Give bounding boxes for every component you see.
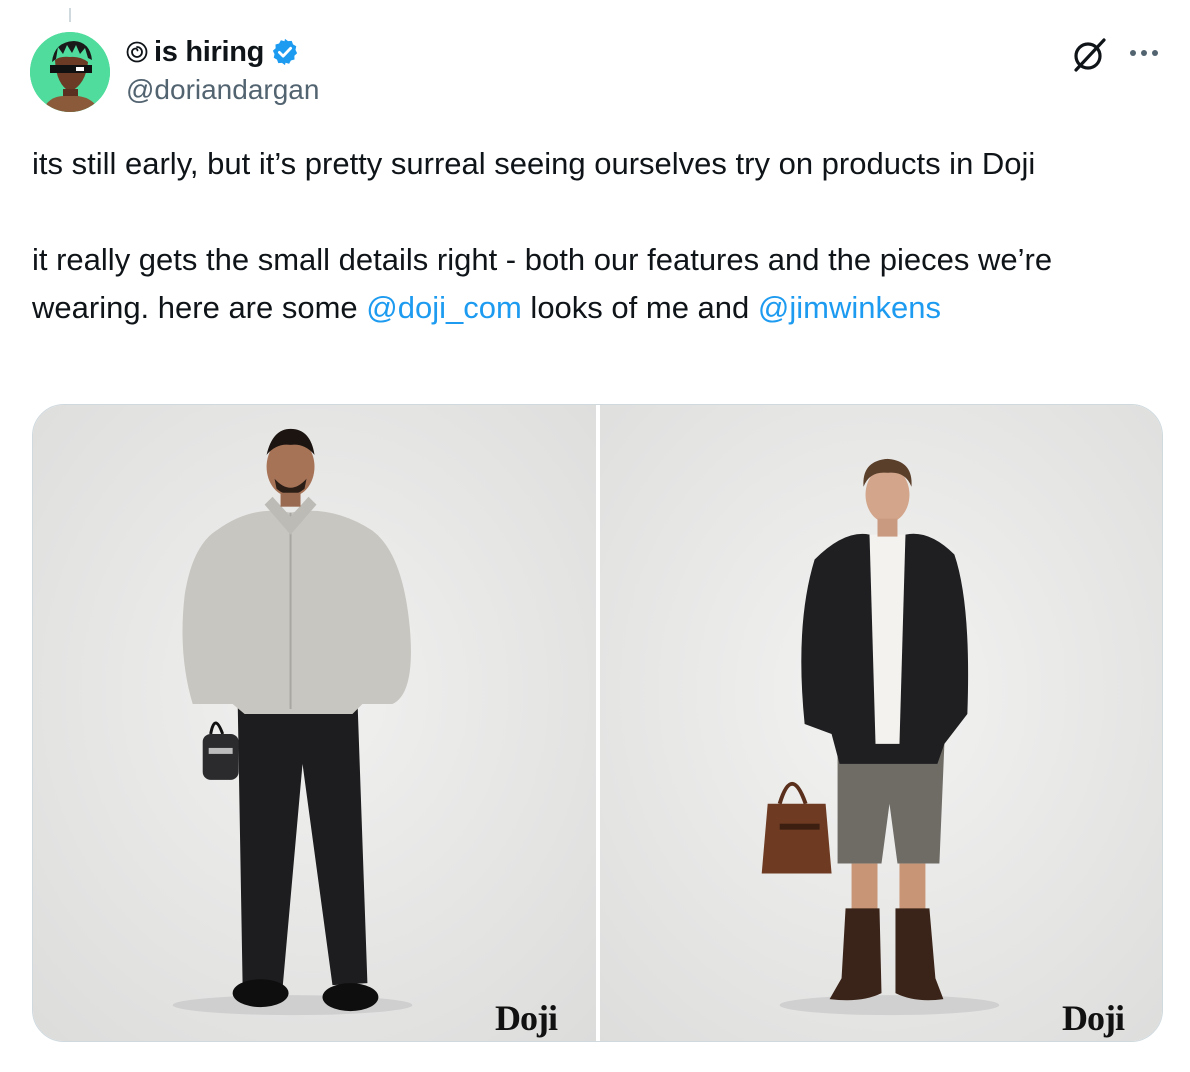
photo-2[interactable]: Doji <box>600 405 1162 1041</box>
photo-watermark: Doji <box>1062 998 1125 1038</box>
photo-1[interactable]: Doji <box>33 405 596 1041</box>
display-name[interactable]: is hiring <box>154 36 264 69</box>
tweet-text: its still early, but it’s pretty surreal… <box>32 140 1162 332</box>
mention-link-jimwinkens[interactable]: @jimwinkens <box>758 290 941 325</box>
grok-icon[interactable] <box>1068 34 1110 76</box>
thread-connector-line <box>69 8 71 22</box>
avatar[interactable] <box>30 32 110 112</box>
mention-link-doji[interactable]: @doji_com <box>366 290 522 325</box>
author-block: is hiring @doriandargan <box>126 34 319 106</box>
tweet-paragraph-1: its still early, but it’s pretty surreal… <box>32 146 1036 181</box>
media-grid: Doji Doji <box>32 404 1163 1042</box>
tweet-text-segment: looks of me and <box>521 290 758 325</box>
more-icon[interactable] <box>1124 36 1164 70</box>
verified-badge-icon[interactable] <box>270 37 300 67</box>
name-row: is hiring <box>126 34 319 70</box>
handle[interactable]: @doriandargan <box>126 74 319 106</box>
spiral-icon <box>126 41 148 63</box>
photo-watermark: Doji <box>495 998 558 1038</box>
tweet-paragraph-2: it really gets the small details right -… <box>32 236 1162 332</box>
